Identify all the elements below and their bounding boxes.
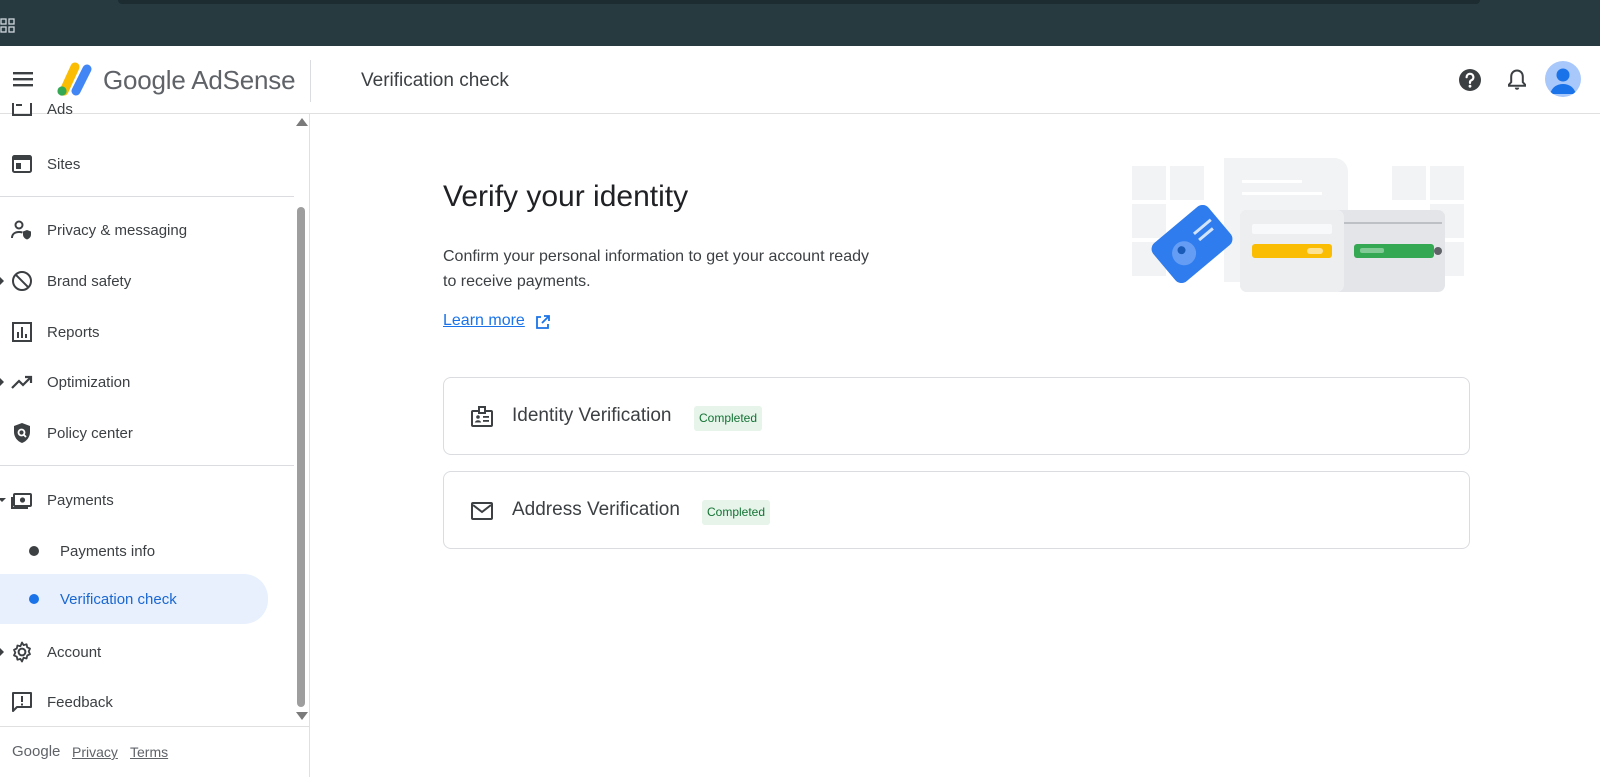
collapse-caret-icon bbox=[0, 498, 6, 502]
sidebar-item-label: Payments bbox=[47, 491, 114, 509]
expand-caret-icon bbox=[0, 277, 4, 285]
apps-grid-icon[interactable] bbox=[0, 18, 16, 34]
identity-illustration bbox=[1132, 158, 1464, 292]
sidebar-item-payments[interactable]: Payments bbox=[0, 477, 294, 523]
id-badge-icon bbox=[471, 406, 493, 427]
sidebar-footer: Google Privacy Terms bbox=[0, 726, 310, 777]
scroll-up-arrow-icon[interactable] bbox=[296, 118, 308, 126]
account-avatar[interactable] bbox=[1545, 61, 1581, 97]
address-verification-card[interactable]: Address Verification Completed bbox=[443, 471, 1470, 549]
expand-caret-icon bbox=[0, 378, 4, 386]
sidebar-item-label: Ads bbox=[47, 103, 73, 118]
sidebar-item-policy-center[interactable]: Policy center bbox=[0, 410, 294, 456]
privacy-link[interactable]: Privacy bbox=[72, 744, 118, 760]
sidebar-divider bbox=[0, 196, 294, 197]
main-description: Confirm your personal information to get… bbox=[443, 248, 869, 290]
sidebar-item-payments-info[interactable]: Payments info bbox=[0, 528, 294, 574]
page-title: Verification check bbox=[361, 70, 509, 91]
main-heading: Verify your identity bbox=[443, 180, 689, 213]
payments-icon bbox=[11, 493, 32, 509]
sidebar-divider bbox=[0, 465, 294, 466]
terms-link[interactable]: Terms bbox=[130, 744, 168, 760]
card-title: Address Verification bbox=[512, 499, 680, 520]
sidebar-item-brand-safety[interactable]: Brand safety bbox=[0, 258, 294, 304]
privacy-icon bbox=[11, 220, 31, 240]
person-icon bbox=[1550, 68, 1576, 94]
adsense-logo-icon[interactable] bbox=[54, 61, 94, 97]
sidebar-item-label: Privacy & messaging bbox=[47, 221, 188, 239]
sidebar-scroll-thumb[interactable] bbox=[297, 207, 305, 707]
sidebar-item-label: Brand safety bbox=[47, 272, 132, 290]
policy-shield-icon bbox=[14, 423, 30, 443]
sidebar-item-label: Verification check bbox=[60, 590, 177, 608]
sidebar-item-label: Feedback bbox=[47, 693, 113, 711]
sidebar-item-optimization[interactable]: Optimization bbox=[0, 359, 294, 405]
sites-icon bbox=[12, 155, 32, 173]
bullet-dot-icon bbox=[29, 546, 39, 556]
mail-icon bbox=[471, 502, 493, 520]
sidebar-item-label: Policy center bbox=[47, 424, 133, 442]
sidebar-item-label: Reports bbox=[47, 323, 100, 341]
gear-icon bbox=[13, 641, 31, 663]
feedback-icon bbox=[12, 692, 32, 712]
tab-strip bbox=[118, 0, 1480, 4]
hamburger-menu-icon[interactable] bbox=[10, 68, 36, 90]
expand-caret-icon bbox=[0, 648, 4, 656]
sidebar-item-label: Optimization bbox=[47, 373, 131, 391]
help-icon[interactable] bbox=[1457, 67, 1483, 93]
sidebar-item-feedback[interactable]: Feedback bbox=[0, 679, 294, 725]
browser-top-bar bbox=[0, 0, 1600, 46]
status-badge: Completed bbox=[694, 406, 763, 431]
learn-more-link[interactable]: Learn more bbox=[443, 312, 525, 330]
header-divider bbox=[310, 60, 311, 102]
sidebar-nav: Ads Sites Privacy & messaging Brand safe… bbox=[0, 103, 310, 777]
sidebar-item-sites[interactable]: Sites bbox=[0, 141, 294, 187]
identity-verification-card[interactable]: Identity Verification Completed bbox=[443, 377, 1470, 455]
open-in-new-icon[interactable] bbox=[534, 314, 551, 331]
notifications-bell-icon[interactable] bbox=[1504, 67, 1530, 93]
card-title: Identity Verification bbox=[512, 405, 672, 426]
ads-icon bbox=[12, 103, 32, 116]
sidebar-item-verification-check[interactable]: Verification check bbox=[0, 574, 268, 624]
sidebar-item-label: Account bbox=[47, 643, 102, 661]
status-badge: Completed bbox=[702, 500, 771, 525]
block-icon bbox=[12, 271, 32, 291]
google-footer-logo: Google bbox=[12, 743, 61, 760]
trending-up-icon bbox=[11, 375, 33, 389]
sidebar-item-reports[interactable]: Reports bbox=[0, 309, 294, 355]
sidebar-item-privacy-messaging[interactable]: Privacy & messaging bbox=[0, 207, 294, 253]
sidebar-item-label: Sites bbox=[47, 155, 81, 173]
sidebar-item-account[interactable]: Account bbox=[0, 629, 294, 675]
sidebar-item-ads[interactable]: Ads bbox=[0, 103, 294, 129]
sidebar-item-label: Payments info bbox=[60, 542, 156, 560]
scroll-down-arrow-icon[interactable] bbox=[296, 712, 308, 720]
bullet-dot-icon bbox=[29, 594, 39, 604]
reports-icon bbox=[12, 322, 32, 342]
brand-name[interactable]: Google AdSense bbox=[103, 65, 296, 96]
